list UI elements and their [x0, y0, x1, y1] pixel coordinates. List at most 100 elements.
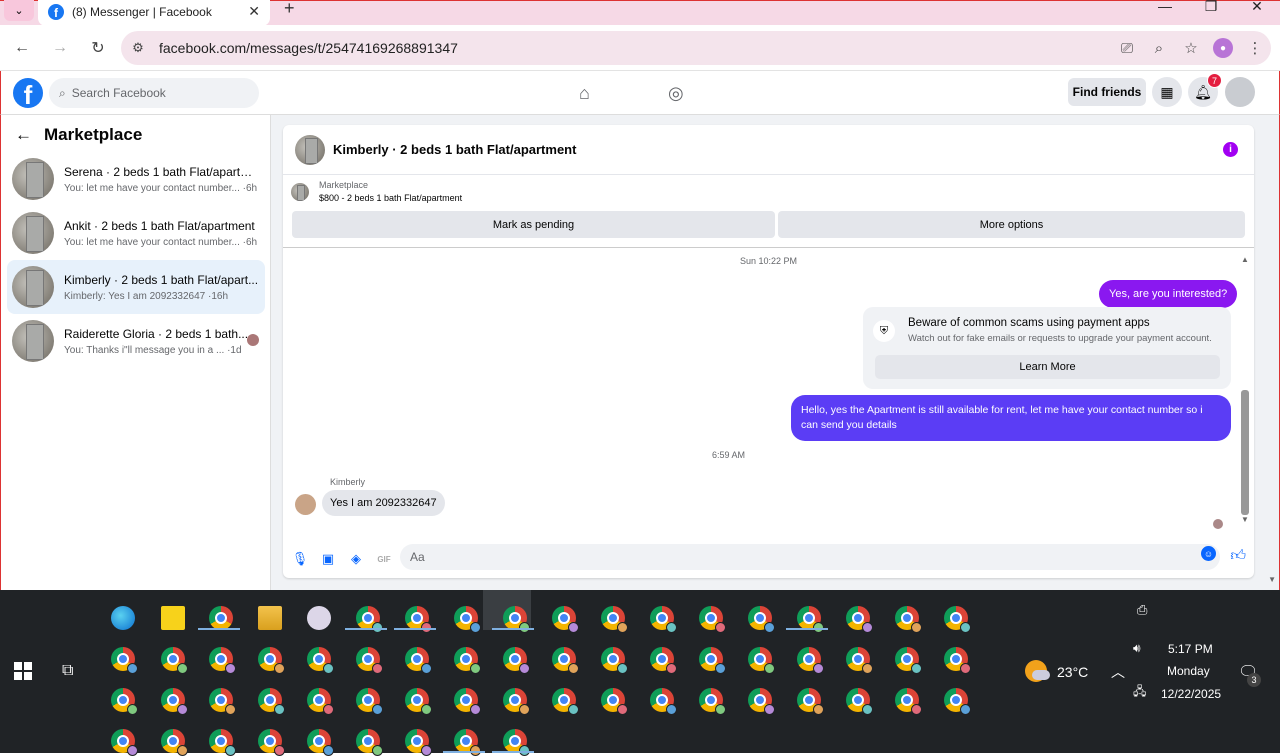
chrome-taskbar-icon[interactable] [209, 688, 236, 715]
chrome-taskbar-icon[interactable] [748, 647, 775, 674]
chrome-taskbar-icon[interactable] [405, 647, 432, 674]
chrome-taskbar-icon[interactable] [699, 606, 726, 633]
chrome-taskbar-icon[interactable] [846, 606, 873, 633]
clock-time[interactable]: 5:17 PM [1168, 642, 1213, 656]
chrome-taskbar-icon[interactable] [307, 729, 334, 756]
chrome-taskbar-icon[interactable] [209, 729, 236, 756]
chrome-taskbar-icon[interactable] [161, 688, 188, 715]
network-icon[interactable]: 🖧 [1133, 682, 1146, 703]
chrome-taskbar-icon[interactable] [601, 688, 628, 715]
chrome-taskbar-icon[interactable] [307, 647, 334, 674]
app-taskbar-icon[interactable] [307, 606, 331, 630]
task-view-icon[interactable]: ⧉ [62, 662, 73, 680]
minimize-icon[interactable]: — [1142, 0, 1188, 15]
conversation-item[interactable]: Raiderette Gloria · 2 beds 1 bath... You… [7, 314, 265, 368]
chrome-taskbar-icon[interactable] [552, 688, 579, 715]
scroll-down-icon[interactable]: ▼ [1241, 515, 1249, 524]
chrome-taskbar-icon[interactable] [356, 647, 383, 674]
home-icon[interactable]: ⌂ [579, 83, 590, 104]
chrome-taskbar-icon[interactable] [944, 647, 971, 674]
chrome-taskbar-icon[interactable] [650, 688, 677, 715]
chrome-taskbar-icon[interactable] [699, 647, 726, 674]
more-options-button[interactable]: More options [778, 211, 1245, 238]
close-tab-icon[interactable]: ✕ [248, 3, 260, 20]
chrome-taskbar-icon[interactable] [161, 647, 188, 674]
chrome-taskbar-icon[interactable] [601, 647, 628, 674]
facebook-logo-icon[interactable]: f [13, 78, 43, 108]
message-input[interactable]: Aa [400, 544, 1220, 570]
sticky-notes-taskbar-icon[interactable] [161, 606, 185, 630]
scroll-up-icon[interactable]: ▲ [1241, 255, 1249, 264]
browser-profile-avatar[interactable]: ● [1213, 38, 1233, 58]
learn-more-button[interactable]: Learn More [875, 355, 1220, 379]
edge-taskbar-icon[interactable] [111, 606, 135, 630]
chrome-taskbar-icon[interactable] [944, 688, 971, 715]
chrome-taskbar-icon[interactable] [552, 606, 579, 633]
chrome-taskbar-icon[interactable] [797, 688, 824, 715]
chrome-taskbar-icon[interactable] [454, 688, 481, 715]
photo-icon[interactable]: ▣ [315, 551, 341, 567]
thumbs-up-icon[interactable]: 👍︎ [1230, 547, 1246, 565]
windows-start-icon[interactable] [14, 662, 32, 680]
chrome-taskbar-icon[interactable] [356, 729, 383, 756]
mark-as-pending-button[interactable]: Mark as pending [292, 211, 775, 238]
conversation-item-active[interactable]: Kimberly · 2 beds 1 bath Flat/apart... K… [7, 260, 265, 314]
outgoing-message[interactable]: Yes, are you interested? [1099, 280, 1238, 308]
bookmark-star-icon[interactable]: ☆ [1175, 39, 1207, 57]
clock-day[interactable]: Monday [1167, 664, 1210, 678]
chrome-taskbar-icon[interactable] [748, 688, 775, 715]
chrome-taskbar-icon[interactable] [503, 729, 530, 756]
chat-thumbnail[interactable] [295, 134, 325, 165]
chrome-taskbar-icon[interactable] [650, 606, 677, 633]
page-scroll-down-icon[interactable]: ▼ [1268, 575, 1276, 584]
chrome-taskbar-icon[interactable] [111, 729, 138, 756]
forward-button[interactable]: → [44, 32, 76, 64]
close-window-icon[interactable]: ✕ [1234, 0, 1280, 15]
weather-temp[interactable]: 23°C [1057, 664, 1088, 680]
chrome-taskbar-icon[interactable] [454, 606, 481, 633]
notifications-bell-icon[interactable]: 🔔︎ 7 [1188, 73, 1222, 107]
search-input[interactable]: ⌕ Search Facebook [49, 78, 259, 108]
volume-icon[interactable]: 🔊︎ [1133, 641, 1141, 656]
chrome-taskbar-icon[interactable] [356, 606, 383, 633]
chrome-taskbar-icon[interactable] [209, 606, 233, 630]
chrome-taskbar-icon[interactable] [111, 647, 138, 674]
back-arrow-icon[interactable]: ← [15, 125, 32, 145]
chrome-taskbar-icon[interactable] [454, 729, 481, 756]
chrome-taskbar-icon[interactable] [650, 647, 677, 674]
find-friends-button[interactable]: Find friends [1068, 78, 1146, 106]
meet-now-icon[interactable]: ⎙ [1137, 602, 1147, 618]
emoji-icon[interactable]: ☺ [1201, 546, 1216, 561]
chrome-taskbar-icon[interactable] [405, 729, 432, 756]
outgoing-message[interactable]: Hello, yes the Apartment is still availa… [791, 395, 1231, 441]
chrome-taskbar-icon[interactable] [503, 688, 530, 715]
chrome-taskbar-icon[interactable] [454, 647, 481, 674]
chrome-taskbar-icon[interactable] [895, 606, 922, 633]
menu-icon[interactable]: ⋮ [1239, 39, 1271, 57]
tab-search-button[interactable]: ⌄ [4, 0, 34, 21]
account-avatar[interactable] [1225, 77, 1255, 107]
chrome-taskbar-icon[interactable] [944, 606, 971, 633]
chrome-taskbar-icon[interactable] [503, 647, 530, 674]
microphone-icon[interactable]: 🎙︎ [287, 551, 313, 567]
chrome-taskbar-icon[interactable] [895, 688, 922, 715]
chrome-taskbar-icon[interactable] [405, 606, 432, 633]
zoom-icon[interactable]: ⌕ [1143, 40, 1175, 57]
url-text[interactable]: facebook.com/messages/t/2547416926889134… [159, 40, 1111, 56]
scrollbar-thumb[interactable] [1241, 390, 1249, 515]
chrome-taskbar-icon[interactable] [846, 647, 873, 674]
chrome-taskbar-icon[interactable] [601, 606, 628, 633]
chrome-taskbar-icon[interactable] [209, 647, 236, 674]
chat-scrollbar[interactable]: ▲ ▼ [1241, 255, 1249, 525]
back-button[interactable]: ← [6, 32, 38, 64]
chrome-taskbar-icon[interactable] [895, 647, 922, 674]
chrome-taskbar-icon[interactable] [258, 729, 285, 756]
site-info-icon[interactable]: ⚙ [125, 35, 151, 61]
file-explorer-taskbar-icon[interactable] [258, 606, 282, 630]
groups-icon[interactable]: ◎ [668, 83, 684, 104]
contact-avatar[interactable] [295, 494, 316, 515]
chrome-taskbar-icon[interactable] [846, 688, 873, 715]
chrome-taskbar-icon[interactable] [161, 729, 188, 756]
chrome-taskbar-icon[interactable] [356, 688, 383, 715]
chrome-taskbar-icon[interactable] [797, 606, 824, 633]
